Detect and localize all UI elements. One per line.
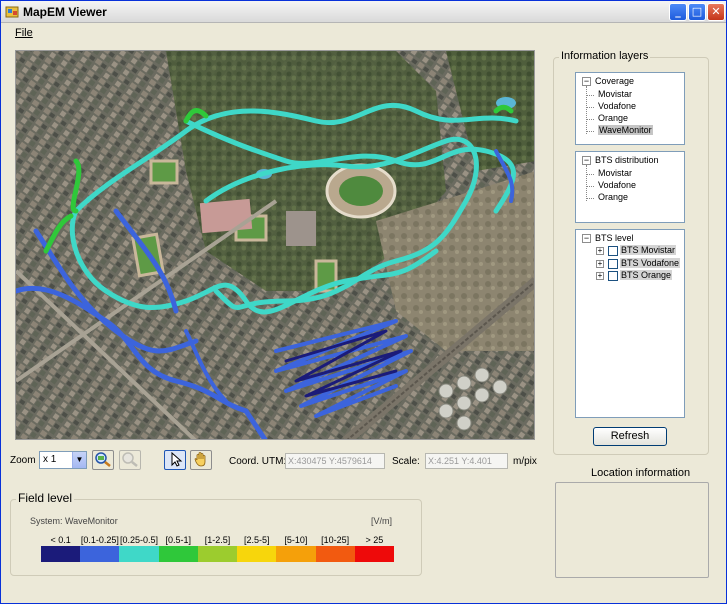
field-level-color-swatch xyxy=(41,546,81,562)
zoom-map-disabled-icon xyxy=(122,452,138,467)
refresh-button[interactable]: Refresh xyxy=(593,427,667,446)
coverage-item-orange[interactable]: Orange xyxy=(598,113,628,123)
pointer-tool-button[interactable] xyxy=(164,450,186,470)
collapse-icon[interactable]: − xyxy=(582,234,591,244)
field-level-range-label: > 25 xyxy=(365,535,384,545)
bts-distribution-item-vodafone[interactable]: Vodafone xyxy=(598,180,636,190)
pointer-arrow-icon xyxy=(171,451,183,467)
collapse-icon[interactable]: − xyxy=(582,156,591,166)
information-layers-title: Information layers xyxy=(559,50,651,62)
menu-file[interactable]: File xyxy=(15,27,33,39)
scale-field: X:4.251 Y:4.401 xyxy=(425,453,508,469)
coverage-item-vodafone[interactable]: Vodafone xyxy=(598,101,636,111)
map-view[interactable] xyxy=(15,50,535,440)
bts-orange-checkbox[interactable] xyxy=(608,270,618,281)
collapse-icon[interactable]: − xyxy=(582,77,591,87)
expand-icon[interactable]: + xyxy=(596,246,604,255)
field-level-color-swatch xyxy=(158,546,199,562)
pan-hand-icon xyxy=(194,452,206,467)
bts-distribution-tree[interactable]: − BTS distribution Movistar Vodafone Oran… xyxy=(575,151,685,223)
field-level-color-swatch xyxy=(197,546,238,562)
field-level-color-swatch xyxy=(119,546,160,562)
zoom-label: Zoom xyxy=(10,455,36,466)
field-level-color-swatch xyxy=(315,546,356,562)
bts-level-node[interactable]: − BTS level xyxy=(582,233,634,244)
bts-level-item-movistar[interactable]: + BTS Movistar xyxy=(596,245,677,256)
coverage-item-movistar[interactable]: Movistar xyxy=(598,89,632,99)
minimize-button[interactable]: _ xyxy=(669,3,687,21)
coord-field: X:430475 Y:4579614 xyxy=(285,453,385,469)
system-label: System: WaveMonitor xyxy=(30,516,118,526)
pan-tool-button[interactable] xyxy=(190,450,212,470)
zoom-map-button[interactable] xyxy=(92,450,114,470)
bts-distribution-item-orange[interactable]: Orange xyxy=(598,192,628,202)
expand-icon[interactable]: + xyxy=(596,259,604,268)
window-title: MapEM Viewer xyxy=(23,5,107,19)
zoom-value: x 1 xyxy=(43,454,57,465)
unit-label: [V/m] xyxy=(371,516,393,526)
coverage-tree[interactable]: − Coverage Movistar Vodafone Orange WaveM… xyxy=(575,72,685,145)
expand-icon[interactable]: + xyxy=(596,271,604,280)
scale-label: Scale: xyxy=(392,456,420,467)
field-level-title: Field level xyxy=(16,491,75,505)
zoom-map-disabled-button[interactable] xyxy=(119,450,141,470)
zoom-map-icon xyxy=(95,452,111,467)
chevron-down-icon[interactable]: ▼ xyxy=(72,452,86,468)
coverage-item-wavemonitor[interactable]: WaveMonitor xyxy=(598,125,653,135)
bts-distribution-item-movistar[interactable]: Movistar xyxy=(598,168,632,178)
map-app-icon xyxy=(5,5,19,19)
bts-vodafone-checkbox[interactable] xyxy=(608,258,618,269)
bts-movistar-checkbox[interactable] xyxy=(608,245,618,256)
title-bar[interactable]: MapEM Viewer _ □ ✕ xyxy=(1,1,726,23)
bts-distribution-node[interactable]: − BTS distribution xyxy=(582,155,659,166)
close-button[interactable]: ✕ xyxy=(707,3,725,21)
bts-level-item-orange[interactable]: + BTS Orange xyxy=(596,270,673,281)
location-info-title: Location information xyxy=(591,467,691,479)
coverage-node[interactable]: − Coverage xyxy=(582,76,634,87)
field-level-color-swatch xyxy=(237,546,277,562)
coord-label: Coord. UTM: xyxy=(229,456,287,467)
bts-level-tree[interactable]: − BTS level + BTS Movistar + BTS Vodafone +… xyxy=(575,229,685,418)
maximize-button[interactable]: □ xyxy=(688,3,706,21)
location-info-box xyxy=(555,482,709,578)
satellite-map[interactable] xyxy=(16,51,535,440)
main-window: MapEM Viewer _ □ ✕ File Information laye… xyxy=(0,0,727,604)
scale-unit: m/pix xyxy=(513,456,537,467)
field-level-color-swatch xyxy=(354,546,395,562)
bts-level-item-vodafone[interactable]: + BTS Vodafone xyxy=(596,258,681,269)
field-level-color-swatch xyxy=(276,546,317,562)
field-level-color-swatch xyxy=(80,546,120,562)
field-level-color-scale xyxy=(41,546,395,562)
menu-bar: File xyxy=(1,24,726,42)
zoom-select[interactable]: x 1 ▼ xyxy=(39,451,87,469)
